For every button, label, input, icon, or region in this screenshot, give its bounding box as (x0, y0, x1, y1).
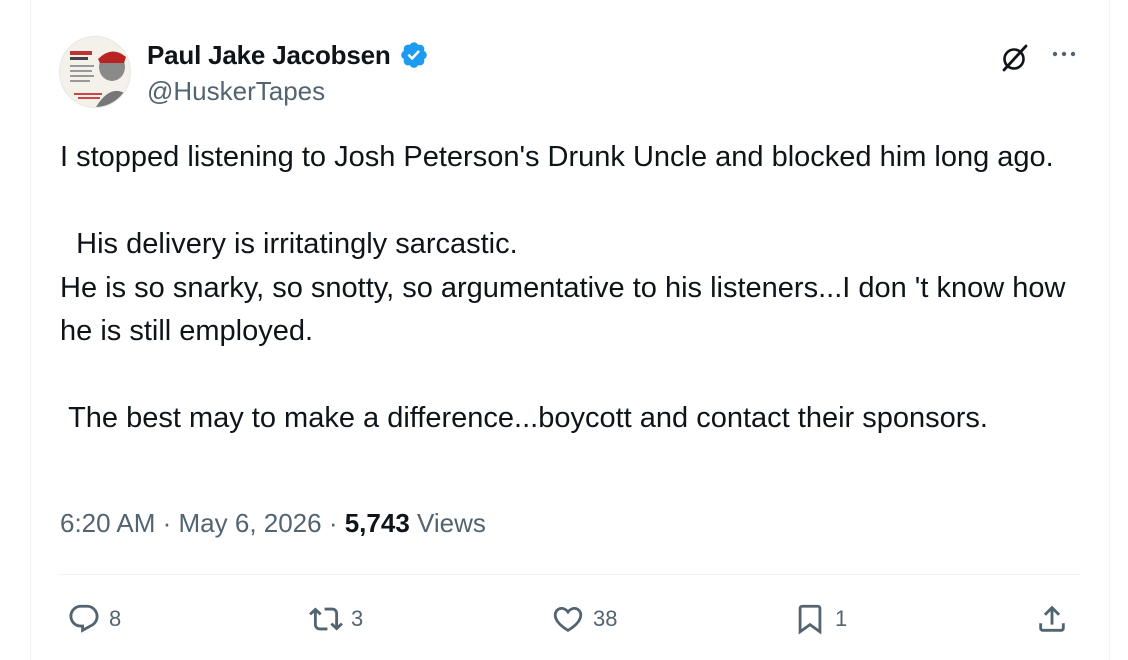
post-meta: 6:20 AM · May 6, 2026 · 5,743 Views (60, 508, 486, 539)
post-text: I stopped listening to Josh Peterson's D… (60, 136, 1090, 441)
share-icon (1039, 605, 1065, 632)
author-name-row: Paul Jake Jacobsen (147, 38, 429, 72)
reply-icon (69, 604, 99, 633)
reply-button[interactable]: 8 (67, 592, 121, 646)
like-count: 38 (593, 606, 618, 631)
views-count: 5,743 (344, 508, 410, 538)
action-bar: 8 3 38 1 (31, 592, 1111, 646)
like-button[interactable]: 38 (551, 592, 617, 646)
meta-separator: · (155, 508, 179, 538)
reply-count: 8 (109, 606, 122, 631)
post-time[interactable]: 6:20 AM (60, 508, 155, 539)
repost-button[interactable]: 3 (309, 592, 363, 646)
post-card: Paul Jake Jacobsen @HuskerTapes I stoppe… (30, 0, 1110, 660)
bookmark-button[interactable]: 1 (793, 592, 847, 646)
post-paragraph: His delivery is irritatingly sarcastic. … (60, 228, 1066, 347)
author-display-name[interactable]: Paul Jake Jacobsen (147, 40, 391, 71)
views-label: Views (409, 508, 486, 538)
author-handle[interactable]: @HuskerTapes (147, 76, 325, 107)
post-paragraph: The best may to make a difference...boyc… (60, 402, 988, 434)
share-button[interactable] (1035, 592, 1069, 646)
avatar[interactable] (59, 36, 131, 108)
heart-icon (553, 606, 583, 632)
bookmark-count: 1 (835, 606, 848, 631)
repost-count: 3 (351, 606, 364, 631)
repost-icon (309, 607, 343, 631)
post-paragraph: I stopped listening to Josh Peterson's D… (60, 141, 1054, 173)
grok-icon[interactable] (997, 40, 1033, 76)
meta-separator: · (321, 508, 345, 538)
bookmark-icon (798, 604, 822, 635)
verified-badge-icon[interactable] (399, 40, 429, 70)
divider (59, 574, 1081, 575)
more-icon[interactable] (1047, 38, 1081, 68)
post-date[interactable]: May 6, 2026 (179, 508, 322, 539)
